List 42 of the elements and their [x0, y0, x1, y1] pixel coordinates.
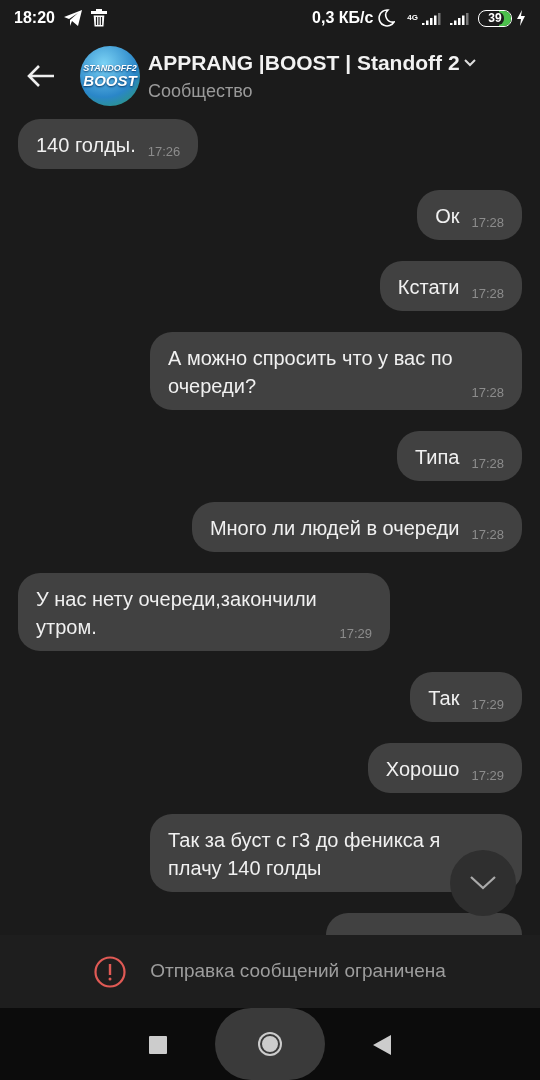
message-bubble: У нас нету очереди,закончили утром. 17:29	[18, 573, 390, 651]
back-arrow-icon	[26, 64, 56, 89]
triangle-icon	[373, 1034, 391, 1055]
message-bubble: Хорошо 17:29	[367, 743, 522, 793]
alert-icon	[94, 955, 127, 988]
chat-title[interactable]: APPRANG |BOOST | Standoff 2	[148, 46, 460, 79]
message-time: 17:26	[147, 145, 181, 159]
avatar-text: BOOST	[83, 73, 137, 88]
chevron-down-icon	[470, 876, 496, 890]
moon-icon	[377, 9, 396, 27]
message-time: 17:28	[471, 386, 504, 400]
battery-text: 39	[486, 11, 504, 25]
message-time: 17:28	[471, 216, 504, 230]
back-button[interactable]	[26, 63, 56, 89]
message-bubble: Кстати 17:28	[379, 261, 522, 311]
chat-subtitle: Сообщество	[148, 80, 254, 104]
trash-icon	[90, 9, 107, 27]
message-time: 17:29	[471, 769, 504, 783]
clock-text: 18:20	[14, 8, 55, 28]
network-type-text: 4G	[407, 14, 418, 22]
message-bubble: Типа 17:28	[397, 431, 522, 481]
network-speed-text: 0,3 КБ/с	[312, 8, 374, 28]
message-time: 17:28	[471, 528, 504, 542]
charging-icon	[516, 10, 526, 26]
message-time: 17:28	[471, 457, 504, 471]
back-nav-button[interactable]	[373, 1032, 391, 1056]
restriction-notice: Отправка сообщений ограничена	[150, 959, 446, 984]
message-bubble: Так за буст с г3 до феникса я плачу 140 голды	[150, 814, 522, 892]
message-bubble: Ок 17:28	[417, 190, 522, 240]
message-bubble: А можно спросить что у вас по очереди? 17:28	[150, 332, 522, 410]
message-bubble: 140 голды. 17:26	[18, 119, 199, 169]
square-icon	[149, 1035, 167, 1054]
message-bubble: Так 17:29	[410, 672, 522, 722]
circle-icon	[256, 1030, 284, 1058]
message-time: 17:29	[339, 627, 372, 641]
message-bubble: Много ли людей в очереди 17:28	[191, 502, 522, 552]
signal-icon	[450, 11, 470, 25]
chevron-down-icon	[463, 58, 476, 67]
message-time: 17:29	[471, 698, 504, 712]
signal-icon	[422, 11, 442, 25]
message-time: 17:28	[471, 287, 504, 301]
avatar-text: STANDOFF2	[83, 64, 137, 73]
